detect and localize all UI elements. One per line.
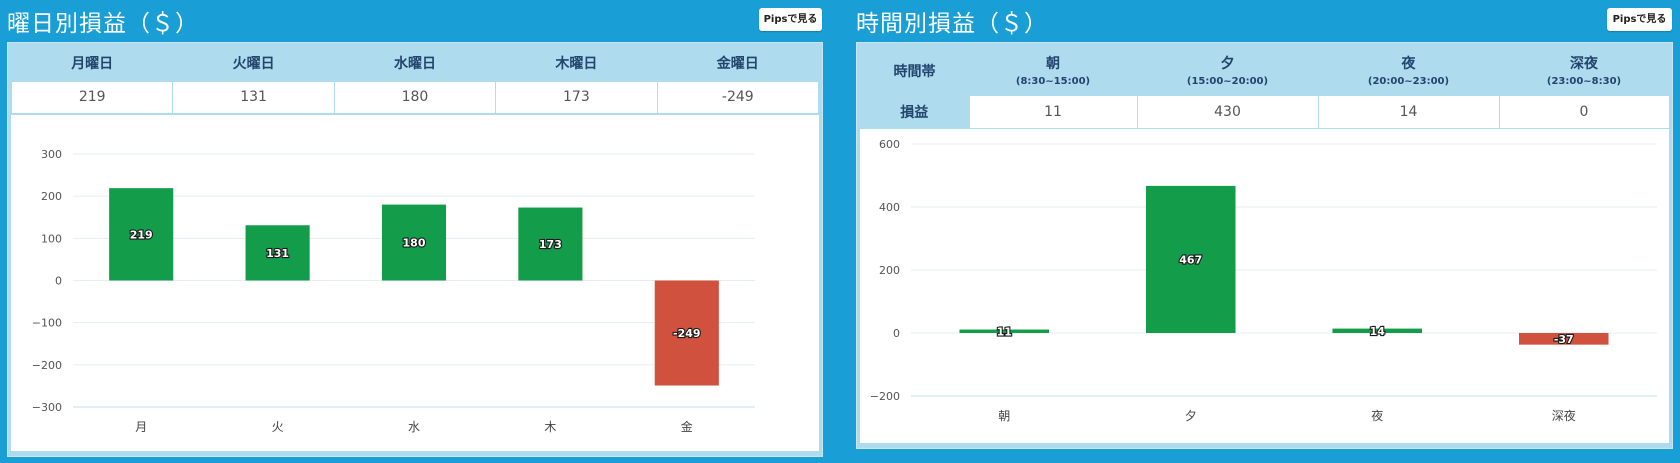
hourly-header-night: 夜 (20:00~23:00) xyxy=(1318,46,1499,95)
hourly-header-morning-name: 朝 xyxy=(1046,56,1060,73)
hourly-card: 時間帯 朝 (8:30~15:00) 夕 (15:00~20:00) 夜 (20… xyxy=(856,42,1673,449)
weekday-y-tick-label: 200 xyxy=(41,190,62,203)
weekday-data-label: 219 xyxy=(130,228,153,241)
hourly-data-label: 467 xyxy=(1179,253,1202,266)
hourly-y-tick-label: 600 xyxy=(879,138,900,151)
weekday-value-tue: 131 xyxy=(172,80,335,114)
hourly-data-label: 11 xyxy=(997,325,1012,338)
weekday-x-tick-label: 火 xyxy=(272,420,284,434)
hourly-header-evening: 夕 (15:00~20:00) xyxy=(1137,46,1318,95)
weekday-value-wed: 180 xyxy=(333,80,497,114)
hourly-header-night-range: (20:00~23:00) xyxy=(1367,76,1450,88)
hourly-value-morning: 11 xyxy=(968,94,1138,129)
weekday-value-thu: 173 xyxy=(495,80,658,114)
hourly-header-late-night-range: (23:00~8:30) xyxy=(1546,76,1622,88)
weekday-y-tick-label: 0 xyxy=(55,275,62,288)
hourly-y-tick-label: 200 xyxy=(879,264,900,277)
weekday-header-tue: 火曜日 xyxy=(172,46,335,81)
hourly-x-tick-label: 朝 xyxy=(998,409,1010,423)
hourly-row-label: 損益 xyxy=(860,95,969,128)
hourly-header-morning: 朝 (8:30~15:00) xyxy=(969,46,1137,95)
weekday-title: 曜日別損益（＄） xyxy=(7,11,199,37)
hourly-header-morning-range: (8:30~15:00) xyxy=(1015,76,1091,88)
weekday-x-tick-label: 水 xyxy=(408,420,420,434)
hourly-y-tick-label: −200 xyxy=(870,390,900,403)
hourly-y-tick-label: 400 xyxy=(879,201,900,214)
weekday-value-mon: 219 xyxy=(10,80,174,114)
hourly-data-label: -37 xyxy=(1554,333,1574,346)
hourly-corner-label: 時間帯 xyxy=(860,46,969,95)
hourly-chart: 600 400 200 0 −200 11 朝 467 夕 14 夜 -37 深夜 xyxy=(870,138,1657,423)
hourly-x-tick-label: 夜 xyxy=(1371,408,1383,423)
weekday-data-label: 131 xyxy=(266,247,289,260)
weekday-y-tick-label: −200 xyxy=(32,359,62,372)
weekday-data-label: 173 xyxy=(539,238,562,251)
hourly-pips-button[interactable]: Pipsで見る xyxy=(1607,8,1672,31)
weekday-data-label: 180 xyxy=(403,237,426,250)
weekday-y-tick-label: 100 xyxy=(41,232,62,245)
weekday-y-tick-label: 300 xyxy=(41,148,62,161)
weekday-pips-button[interactable]: Pipsで見る xyxy=(759,8,822,31)
hourly-header-evening-name: 夕 xyxy=(1220,56,1235,73)
weekday-card: 月曜日 火曜日 水曜日 木曜日 金曜日 219 131 180 173 -249… xyxy=(7,42,823,457)
weekday-y-tick-label: −100 xyxy=(32,317,62,330)
hourly-title: 時間別損益（＄） xyxy=(856,11,1048,37)
hourly-data-label: 14 xyxy=(1370,325,1386,338)
weekday-data-label: -249 xyxy=(673,327,701,340)
hourly-x-tick-label: 深夜 xyxy=(1552,408,1576,423)
weekday-header-fri: 金曜日 xyxy=(657,46,819,81)
weekday-table: 月曜日 火曜日 水曜日 木曜日 金曜日 219 131 180 173 -249 xyxy=(10,46,820,114)
weekday-x-tick-label: 金 xyxy=(681,419,693,434)
hourly-chart-area: 600 400 200 0 −200 11 朝 467 夕 14 夜 -37 深夜 xyxy=(860,129,1669,443)
hourly-header-late-night: 深夜 (23:00~8:30) xyxy=(1499,46,1669,95)
hourly-value-late-night: 0 xyxy=(1498,94,1670,129)
weekday-header-mon: 月曜日 xyxy=(11,46,173,81)
hourly-header-evening-range: (15:00~20:00) xyxy=(1186,76,1269,88)
hourly-value-night: 14 xyxy=(1317,94,1500,129)
hourly-y-tick-label: 0 xyxy=(893,327,900,340)
weekday-y-tick-label: −300 xyxy=(32,401,62,414)
weekday-header-wed: 水曜日 xyxy=(334,46,496,81)
hourly-header-night-name: 夜 xyxy=(1401,56,1416,73)
weekday-header-thu: 木曜日 xyxy=(495,46,658,81)
hourly-value-evening: 430 xyxy=(1136,94,1319,129)
weekday-x-tick-label: 木 xyxy=(544,420,556,434)
weekday-value-fri: -249 xyxy=(656,80,820,114)
hourly-x-tick-label: 夕 xyxy=(1185,409,1197,423)
weekday-x-tick-label: 月 xyxy=(135,420,147,434)
hourly-header-late-night-name: 深夜 xyxy=(1570,56,1598,73)
weekday-chart-area: 300 200 100 0 −100 −200 −300 219 月 131 火 180 水 173 木 -2… xyxy=(11,115,819,451)
hourly-table: 時間帯 朝 (8:30~15:00) 夕 (15:00~20:00) 夜 (20… xyxy=(860,46,1670,129)
weekday-chart: 300 200 100 0 −100 −200 −300 219 月 131 火 180 水 173 木 -2… xyxy=(32,148,755,434)
